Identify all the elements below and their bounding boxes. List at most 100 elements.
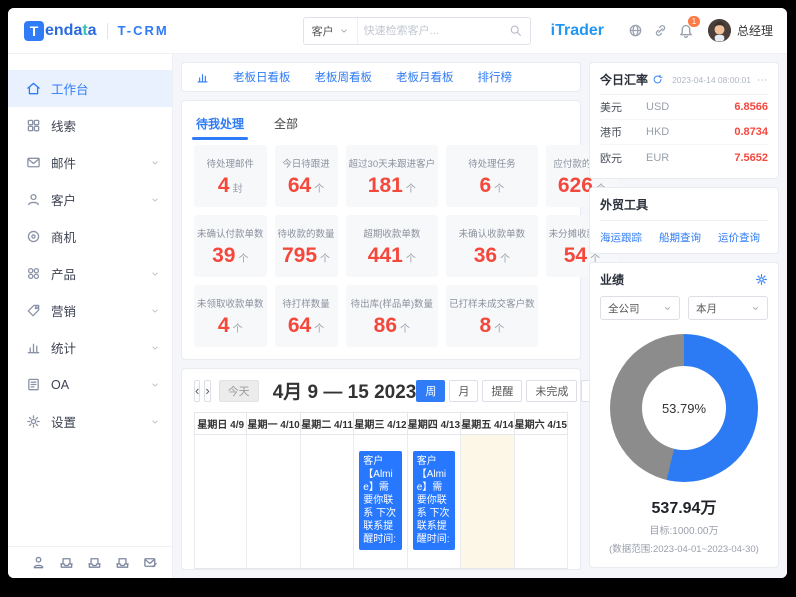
top-bar: T endata T-CRM 客户 iTrader 1 总经理 (8, 8, 787, 54)
sidebar-item-leads[interactable]: 线索 (8, 107, 172, 144)
compose-mail-icon[interactable] (143, 555, 158, 570)
exchange-rate-panel: 今日汇率 2023-04-14 08:00:01 美元 USD 6.8566 港… (589, 62, 779, 179)
user-avatar[interactable] (707, 19, 731, 42)
period-select[interactable]: 本月 (688, 296, 768, 320)
stat-card-overdue-receipt-orders[interactable]: 超期收款单数 441 个 (345, 215, 439, 277)
link-icon[interactable] (653, 23, 668, 38)
stat-grid: 待处理邮件 4 封 今日待跟进 64 个 超过30天未跟进客户 181 个 待处理任务 6 个 … (194, 145, 619, 347)
todo-stats-panel: 待我处理 全部 待处理邮件 4 封 今日待跟进 64 个 超过30天未跟进客户 181 个 … (181, 100, 619, 360)
stat-card-unclaimed-receipt-orders[interactable]: 未领取收款单数 4 个 (194, 285, 267, 347)
itrader-brand[interactable]: iTrader (551, 22, 604, 40)
exchange-rate-header: 今日汇率 2023-04-14 08:00:01 (600, 71, 768, 95)
calendar-title: 4月 9 — 15 2023 (272, 382, 417, 403)
subtab-pending-mine[interactable]: 待我处理 (191, 109, 249, 140)
chevron-down-icon (150, 417, 160, 427)
link-sailing-schedule[interactable]: 船期查询 (659, 230, 701, 245)
calendar-column-sat[interactable] (515, 435, 568, 568)
sidebar-item-customers[interactable]: 客户 (8, 181, 172, 218)
sidebar-item-settings[interactable]: 设置 (8, 403, 172, 440)
scope-select[interactable]: 全公司 (600, 296, 680, 320)
sidebar-item-statistics[interactable]: 统计 (8, 329, 172, 366)
calendar-view-reminder-button[interactable]: 提醒 (482, 379, 523, 402)
document-icon (26, 377, 41, 392)
calendar-event[interactable]: 客户【Almie】需要你联系 下次联系提醒时间: (359, 451, 402, 550)
calendar-column-mon[interactable] (247, 435, 301, 568)
tab-boss-monthly-board[interactable]: 老板月看板 (396, 69, 454, 85)
stat-card-unconfirmed-payment-orders[interactable]: 未确认付款单数 39 个 (194, 215, 267, 277)
inbox-tray-icon[interactable] (59, 555, 74, 570)
gear-icon[interactable] (755, 273, 768, 286)
outbox-tray-icon[interactable] (87, 555, 102, 570)
calendar-event[interactable]: 客户【Almie】需要你联系 下次联系提醒时间: (412, 451, 456, 550)
calendar-toolbar: ‹ › 今天 4月 9 — 15 2023 周 月 提醒 未完成 我指派的 (194, 377, 644, 404)
search-icon[interactable] (509, 24, 530, 37)
contact-person-icon[interactable] (31, 555, 46, 570)
stat-card-receivables-count[interactable]: 待收款的数量 795 个 (274, 215, 338, 277)
dashboard-chart-icon (196, 71, 209, 84)
search-category-value: 客户 (311, 25, 334, 38)
tab-boss-daily-board[interactable]: 老板日看板 (233, 69, 291, 85)
sidebar-quick-actions (8, 546, 172, 578)
exchange-row-usd: 美元 USD 6.8566 (600, 95, 768, 120)
calendar-panel: ‹ › 今天 4月 9 — 15 2023 周 月 提醒 未完成 我指派的 星期… (181, 368, 644, 570)
tab-boss-weekly-board[interactable]: 老板周看板 (315, 69, 373, 85)
calendar-column-sun[interactable] (194, 435, 248, 568)
stat-card-unconfirmed-receipt-orders[interactable]: 未确认收款单数 36 个 (446, 215, 538, 277)
calendar-prev-button[interactable]: ‹ (194, 379, 201, 402)
calendar-today-button[interactable]: 今天 (218, 379, 259, 402)
user-icon (26, 192, 41, 207)
calendar-grid: 客户【Almie】需要你联系 下次联系提醒时间: 客户【Almie】需要你联系 … (194, 435, 568, 569)
link-sea-tracking[interactable]: 海运跟踪 (600, 230, 642, 245)
sidebar-item-opportunities[interactable]: 商机 (8, 218, 172, 255)
sidebar-item-products[interactable]: 产品 (8, 255, 172, 292)
sidebar-item-oa[interactable]: OA (8, 366, 172, 403)
performance-target: 目标:1000.00万 (649, 526, 719, 537)
stat-card-30day-untouched-customers[interactable]: 超过30天未跟进客户 181 个 (345, 145, 439, 207)
calendar-column-fri-today[interactable] (461, 435, 515, 568)
day-header-fri: 星期五 4/14 (461, 413, 515, 434)
subtab-all[interactable]: 全部 (272, 109, 300, 138)
calendar-column-wed[interactable]: 客户【Almie】需要你联系 下次联系提醒时间: (354, 435, 408, 568)
performance-date-range: (数据范围:2023-04-01~2023-04-30) (609, 544, 759, 555)
day-header-tue: 星期二 4/11 (301, 413, 355, 434)
user-role-label[interactable]: 总经理 (737, 22, 773, 39)
link-freight-rates[interactable]: 运价查询 (718, 230, 760, 245)
stat-card-pending-sample-making[interactable]: 待打样数量 64 个 (274, 285, 338, 347)
stat-card-pending-tasks[interactable]: 待处理任务 6 个 (446, 145, 538, 207)
stat-card-today-followups[interactable]: 今日待跟进 64 个 (274, 145, 338, 207)
notification-badge: 1 (687, 15, 700, 27)
archive-tray-icon[interactable] (115, 555, 130, 570)
calendar-next-button[interactable]: › (204, 379, 211, 402)
sidebar: 工作台 线索 邮件 客户 商机 产品 营销 统计 OA 设置 (8, 54, 173, 578)
stat-card-sampled-not-closed-customers[interactable]: 已打样未成交客户数 8 个 (446, 285, 538, 347)
stat-card-pending-emails[interactable]: 待处理邮件 4 封 (194, 145, 267, 207)
search-category-select[interactable]: 客户 (304, 17, 358, 44)
chevron-down-icon (663, 304, 672, 313)
refresh-icon[interactable] (652, 74, 663, 85)
calendar-column-tue[interactable] (301, 435, 355, 568)
sidebar-item-workbench[interactable]: 工作台 (8, 70, 172, 107)
trade-tools-title: 外贸工具 (600, 198, 649, 212)
calendar-view-month-button[interactable]: 月 (449, 379, 479, 402)
app-window: T endata T-CRM 客户 iTrader 1 总经理 工作台 (8, 8, 787, 578)
day-header-wed: 星期三 4/12 (354, 413, 408, 434)
calendar-view-incomplete-button[interactable]: 未完成 (526, 379, 578, 402)
calendar-view-week-button[interactable]: 周 (416, 379, 446, 402)
search-input[interactable] (357, 24, 509, 37)
stat-card-pending-outbound-sample-orders[interactable]: 待出库(样品单)数量 86 个 (345, 285, 439, 347)
calendar-column-thu[interactable]: 客户【Almie】需要你联系 下次联系提醒时间: (408, 435, 462, 568)
tab-ranking[interactable]: 排行榜 (478, 69, 513, 85)
calendar-day-headers: 星期日 4/9 星期一 4/10 星期二 4/11 星期三 4/12 星期四 4… (194, 412, 568, 435)
home-icon (26, 81, 41, 96)
tag-icon (26, 303, 41, 318)
globe-icon[interactable] (628, 23, 643, 38)
global-search: 客户 (302, 16, 531, 45)
sidebar-item-marketing[interactable]: 营销 (8, 292, 172, 329)
sidebar-item-mail[interactable]: 邮件 (8, 144, 172, 181)
header-divider (106, 22, 108, 39)
tendata-logo-mark: T (24, 20, 44, 41)
exchange-row-eur: 欧元 EUR 7.5652 (600, 151, 768, 165)
more-options-icon[interactable] (756, 74, 768, 86)
exchange-row-hkd: 港币 HKD 0.8734 (600, 120, 768, 145)
notifications-bell-icon[interactable]: 1 (678, 15, 700, 39)
